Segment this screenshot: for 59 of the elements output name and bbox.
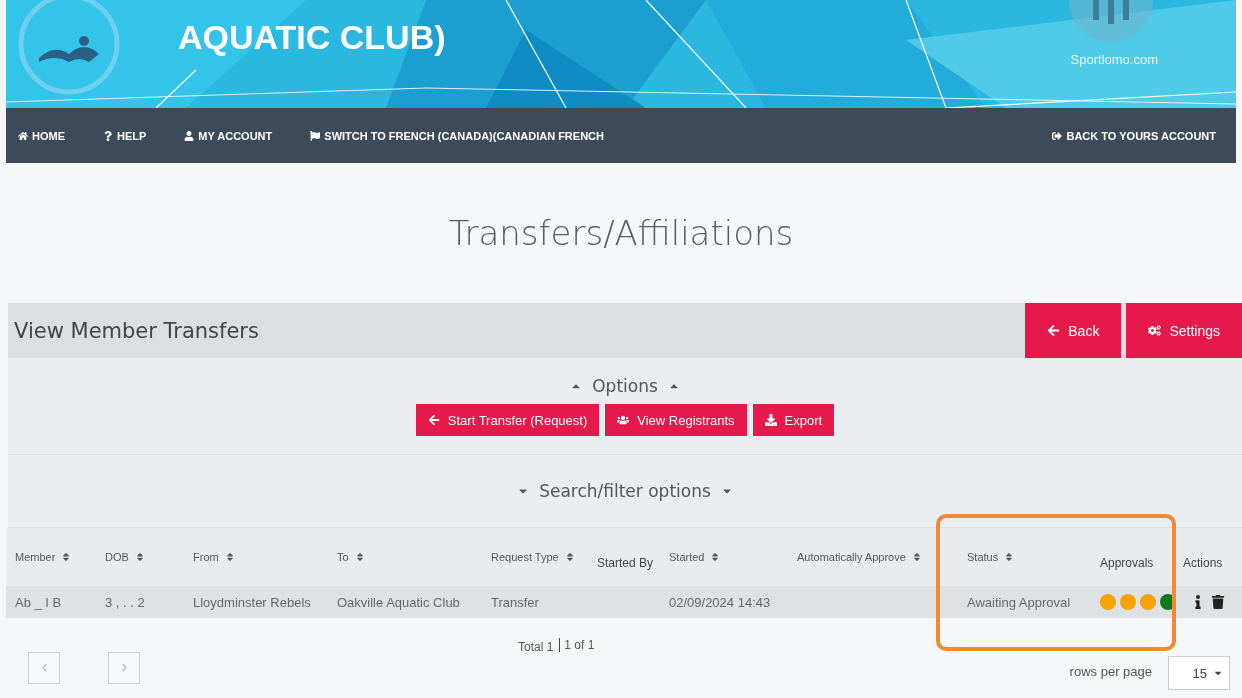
download-icon <box>764 414 777 426</box>
option-button[interactable]: View Registrants <box>605 404 747 436</box>
trash-icon[interactable] <box>1211 595 1225 609</box>
users-icon <box>617 414 630 426</box>
table-cell-text: 3 , . . 2 <box>105 594 146 610</box>
arrow-icon <box>1047 324 1061 337</box>
sort-icon[interactable] <box>354 552 365 562</box>
home-icon <box>18 130 28 141</box>
column-header: Started By <box>597 556 654 570</box>
settings-button[interactable]: Settings <box>1126 303 1242 358</box>
question-icon <box>103 130 113 141</box>
page-count: 1 of 1 <box>559 638 595 652</box>
chevron-left-icon <box>39 662 49 672</box>
nav-link[interactable]: BACK TO YOURS ACCOUNT <box>1052 129 1216 142</box>
arrow-left-icon <box>427 414 440 426</box>
sort-icon[interactable] <box>61 552 72 562</box>
nav-link[interactable]: HELP <box>103 129 147 142</box>
table-cell-text: Lloydminster Rebels <box>193 594 312 610</box>
user-icon <box>184 130 195 141</box>
sort-icon[interactable] <box>564 552 575 562</box>
gears-icon <box>1148 324 1162 337</box>
total-count: Total 1 <box>518 640 554 654</box>
column-header[interactable]: Status <box>967 551 999 563</box>
table-cell-text: Awaiting Approval <box>967 594 1072 610</box>
page-title: Transfers/Affiliations <box>447 212 795 255</box>
column-header[interactable]: To <box>337 551 349 563</box>
column-header[interactable]: Started <box>669 551 705 563</box>
sort-icon[interactable] <box>911 552 922 562</box>
back-button[interactable]: Back <box>1025 303 1122 358</box>
chevron-right-icon <box>119 662 129 672</box>
options-toggle[interactable]: Options <box>570 376 680 396</box>
flag-icon <box>310 130 321 141</box>
column-header[interactable]: Automatically Approve <box>797 551 906 563</box>
nav-link[interactable]: SWITCH TO FRENCH (CANADA)(CANADIAN FRENCH <box>310 129 604 142</box>
club-title: AQUATIC CLUB) <box>178 18 446 57</box>
table-cell-text: 02/09/2024 14:43 <box>669 594 772 610</box>
filter-toggle[interactable]: Search/filter options <box>517 481 733 501</box>
rows-per-page-select[interactable]: 15 <box>1168 656 1230 690</box>
rows-per-page-label: rows per page <box>1069 664 1152 679</box>
column-header[interactable]: Request Type <box>491 551 559 563</box>
panel-title: View Member Transfers <box>14 318 260 343</box>
table-cell-text: Ab _ I B <box>15 594 63 610</box>
column-header[interactable]: Member <box>15 551 56 563</box>
sort-icon[interactable] <box>224 552 235 562</box>
sort-icon[interactable] <box>1004 552 1015 562</box>
table-cell-text: Oakville Aquatic Club <box>337 594 461 610</box>
column-header: Approvals <box>1100 556 1154 570</box>
nav-link[interactable]: HOME <box>18 129 65 142</box>
column-header[interactable]: DOB <box>105 551 129 563</box>
table-cell-text: Transfer <box>491 594 540 610</box>
column-header[interactable]: From <box>193 551 219 563</box>
arrow-icon <box>1052 130 1063 141</box>
option-button[interactable]: Start Transfer (Request) <box>415 404 600 436</box>
nav-link[interactable]: MY ACCOUNT <box>184 129 273 142</box>
sort-icon[interactable] <box>710 552 721 562</box>
sort-icon[interactable] <box>134 552 145 562</box>
column-header: Actions <box>1183 556 1223 570</box>
option-button[interactable]: Export <box>752 404 835 436</box>
brand-text: Sportlomo.com <box>1070 52 1158 67</box>
